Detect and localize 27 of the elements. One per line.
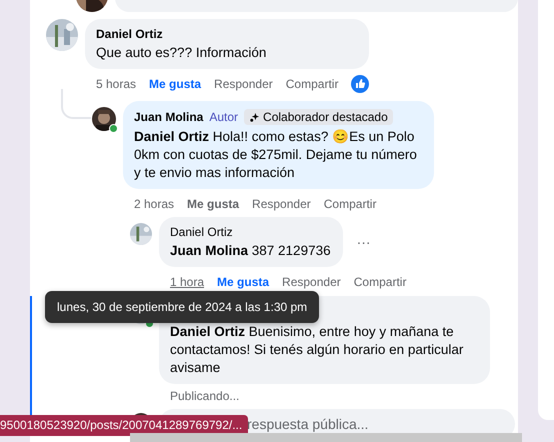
- reply-link[interactable]: Responder: [252, 197, 311, 211]
- comment-text: Daniel Ortiz Buenisimo, entre hoy y mañana te contactamos! Si tenés algún horario en particular avisame: [170, 323, 464, 377]
- author-label: Autor: [209, 110, 238, 124]
- date-tooltip: lunes, 30 de septiembre de 2024 a las 1:30 pm: [45, 291, 320, 323]
- posting-status: Publicando...: [169, 389, 240, 403]
- sparkle-icon: [249, 112, 260, 122]
- comment-time[interactable]: 2 horas: [134, 197, 174, 211]
- badge-text: Colaborador destacado: [263, 110, 388, 124]
- like-link[interactable]: Me gusta: [187, 197, 240, 211]
- reply-link[interactable]: Responder: [282, 275, 341, 289]
- author-name: Juan Molina: [134, 110, 204, 124]
- share-link[interactable]: Compartir: [286, 77, 338, 91]
- more-options-button[interactable]: ···: [356, 234, 371, 250]
- like-link[interactable]: Me gusta: [217, 275, 270, 289]
- comment-time[interactable]: 5 horas: [96, 77, 136, 91]
- author-name: Daniel Ortiz: [96, 27, 164, 41]
- share-link[interactable]: Compartir: [354, 275, 406, 289]
- reply-link[interactable]: Responder: [214, 77, 273, 91]
- link-url-tooltip: 9500180523920/posts/2007041289769792/...: [0, 415, 248, 436]
- comment-text: Juan Molina 387 2129736: [170, 242, 331, 260]
- author-name: Daniel Ortiz: [170, 225, 234, 239]
- like-link[interactable]: Me gusta: [149, 77, 202, 91]
- comment-time[interactable]: 1 hora: [170, 275, 204, 289]
- comment-text: Daniel Ortiz Hola!! como estas? 😊Es un Polo 0km con cuotas de $275mil. Dejame tu número y te envio mas información: [134, 128, 418, 182]
- comment-text: Que auto es??? Información: [96, 44, 268, 62]
- share-link[interactable]: Compartir: [324, 197, 376, 211]
- thread-line: [61, 89, 91, 119]
